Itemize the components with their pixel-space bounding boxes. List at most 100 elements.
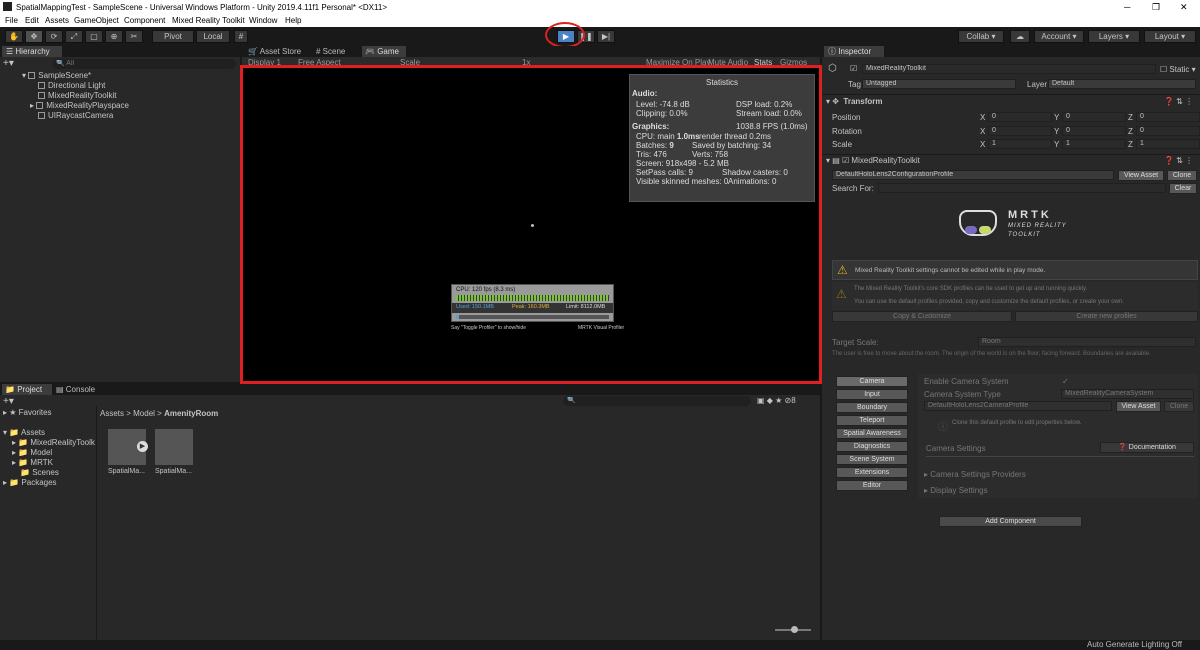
clear-button[interactable]: Clear — [1169, 183, 1197, 194]
system-spatial-awareness-button[interactable]: Spatial Awareness — [836, 428, 908, 439]
step-button[interactable]: ▶| — [597, 30, 615, 43]
folder-row[interactable]: 📁 Scenes — [20, 468, 59, 477]
copy-customize-button[interactable]: Copy & Customize — [832, 311, 1012, 322]
static-toggle[interactable]: ☐ Static ▾ — [1160, 65, 1196, 74]
project-search-input[interactable]: 🔍 — [563, 396, 751, 406]
breadcrumb-item[interactable]: AmenityRoom — [164, 409, 218, 418]
transform-x-field[interactable]: 0 — [988, 126, 1052, 136]
tab-project[interactable]: 📁 Project — [2, 384, 52, 395]
target-scale-select[interactable]: Room — [978, 337, 1196, 347]
enable-camera-checkbox[interactable]: ✓ — [1062, 377, 1069, 386]
menu-file[interactable]: File — [5, 16, 18, 25]
system-input-button[interactable]: Input — [836, 389, 908, 400]
object-name-field[interactable]: MixedRealityToolkit — [862, 64, 1156, 74]
breadcrumb-item[interactable]: Assets — [100, 409, 124, 418]
menu-mrtk[interactable]: Mixed Reality Toolkit — [172, 16, 245, 25]
system-editor-button[interactable]: Editor — [836, 480, 908, 491]
menu-assets[interactable]: Assets — [45, 16, 69, 25]
view-asset-button[interactable]: View Asset — [1118, 170, 1164, 181]
transform-tool-icon[interactable]: ⊕ — [105, 30, 123, 43]
camera-view-asset-button[interactable]: View Asset — [1116, 401, 1161, 412]
menu-edit[interactable]: Edit — [25, 16, 39, 25]
collab-button[interactable]: Collab ▾ — [958, 30, 1004, 43]
tab-game[interactable]: 🎮 Game — [362, 46, 406, 57]
minimize-icon[interactable]: ─ — [1124, 2, 1130, 12]
transform-y-field[interactable]: 0 — [1062, 126, 1126, 136]
move-tool-icon[interactable]: ✥ — [25, 30, 43, 43]
transform-z-field[interactable]: 0 — [1136, 126, 1200, 136]
menu-component[interactable]: Component — [124, 16, 165, 25]
slider-handle[interactable] — [791, 626, 798, 633]
filter-icons[interactable]: ▣ ◆ ★ ⊘8 — [757, 396, 796, 405]
component-menu-icons[interactable]: ❓ ⇅ ⋮ — [1164, 97, 1193, 106]
hand-tool-icon[interactable]: ✋ — [5, 30, 23, 43]
menu-help[interactable]: Help — [285, 16, 301, 25]
camera-type-select[interactable]: MixedRealityCameraSystem — [1061, 389, 1194, 399]
pivot-button[interactable]: Pivot — [152, 30, 194, 43]
tab-hierarchy[interactable]: ☰ Hierarchy — [2, 46, 62, 57]
create-plus-icon[interactable]: +▾ — [3, 58, 14, 69]
profile-select[interactable]: DefaultHoloLens2ConfigurationProfile — [832, 170, 1114, 180]
account-button[interactable]: Account ▾ — [1034, 30, 1084, 43]
system-boundary-button[interactable]: Boundary — [836, 402, 908, 413]
transform-header[interactable]: ▾ ✥ Transform — [826, 97, 883, 106]
transform-z-field[interactable]: 1 — [1136, 139, 1200, 149]
transform-y-field[interactable]: 1 — [1062, 139, 1126, 149]
tab-console[interactable]: ▤ Console — [56, 384, 106, 395]
menu-window[interactable]: Window — [249, 16, 277, 25]
hierarchy-item-directional-light[interactable]: Directional Light — [38, 81, 105, 90]
mrtk-component-header[interactable]: ▾ ▤ ☑ MixedRealityToolkit — [826, 156, 920, 165]
local-button[interactable]: Local — [196, 30, 230, 43]
expand-asset-icon[interactable]: ▶ — [137, 441, 148, 452]
documentation-button[interactable]: ❓ Documentation — [1100, 442, 1194, 453]
create-profile-button[interactable]: Create new profiles — [1015, 311, 1198, 322]
asset-thumbnail[interactable]: ▶ — [108, 429, 148, 465]
project-create-icon[interactable]: +▾ — [3, 396, 14, 407]
rect-tool-icon[interactable]: ▢ — [85, 30, 103, 43]
hierarchy-item-playspace[interactable]: ▸ MixedRealityPlayspace — [30, 101, 129, 110]
close-icon[interactable]: ✕ — [1180, 2, 1188, 13]
active-checkbox[interactable]: ☑ — [850, 64, 857, 73]
thumbnail-size-slider[interactable] — [775, 626, 811, 633]
transform-x-field[interactable]: 1 — [988, 139, 1052, 149]
camera-clone-button[interactable]: Clone — [1164, 401, 1194, 412]
transform-x-field[interactable]: 0 — [988, 112, 1052, 122]
system-scene-button[interactable]: Scene System — [836, 454, 908, 465]
transform-y-field[interactable]: 0 — [1062, 112, 1126, 122]
folder-row[interactable]: ▸ 📁 MRTK — [12, 458, 53, 467]
component-menu-icons[interactable]: ❓ ⇅ ⋮ — [1164, 156, 1193, 165]
scene-row[interactable]: ▾ SampleScene* — [22, 71, 91, 80]
add-component-button[interactable]: Add Component — [939, 516, 1082, 527]
menu-gameobject[interactable]: GameObject — [74, 16, 119, 25]
system-extensions-button[interactable]: Extensions — [836, 467, 908, 478]
hierarchy-item-mrtk[interactable]: MixedRealityToolkit — [38, 91, 116, 100]
folder-row[interactable]: ▸ 📁 MixedRealityToolk — [12, 438, 95, 447]
packages-row[interactable]: ▸ 📁 Packages — [3, 478, 57, 487]
assets-row[interactable]: ▾ 📁 Assets — [3, 428, 45, 437]
favorites-row[interactable]: ▸ ★ Favorites — [3, 408, 52, 417]
hierarchy-item-uiraycast[interactable]: UIRaycastCamera — [38, 111, 113, 120]
hierarchy-search-input[interactable]: 🔍 All — [52, 59, 236, 69]
layer-select[interactable]: Default — [1048, 79, 1196, 89]
clone-button[interactable]: Clone — [1167, 170, 1197, 181]
rotate-tool-icon[interactable]: ⟳ — [45, 30, 63, 43]
system-teleport-button[interactable]: Teleport — [836, 415, 908, 426]
folder-row[interactable]: ▸ 📁 Model — [12, 448, 52, 457]
tag-select[interactable]: Untagged — [862, 79, 1016, 89]
display-settings-foldout[interactable]: ▸ Display Settings — [924, 486, 988, 495]
camera-providers-foldout[interactable]: ▸ Camera Settings Providers — [924, 470, 1026, 479]
breadcrumb-item[interactable]: Model — [133, 409, 155, 418]
cloud-icon[interactable]: ☁ — [1010, 30, 1030, 43]
snap-icon[interactable]: # — [234, 30, 248, 43]
layout-button[interactable]: Layout ▾ — [1144, 30, 1196, 43]
system-diagnostics-button[interactable]: Diagnostics — [836, 441, 908, 452]
tab-asset-store[interactable]: 🛒 Asset Store — [248, 46, 308, 57]
tab-inspector[interactable]: ⓘ Inspector — [824, 46, 884, 57]
layers-button[interactable]: Layers ▾ — [1088, 30, 1140, 43]
custom-tool-icon[interactable]: ✂ — [125, 30, 143, 43]
search-for-input[interactable] — [878, 183, 1166, 193]
tab-scene[interactable]: # Scene — [316, 46, 360, 57]
maximize-icon[interactable]: ❐ — [1152, 2, 1160, 13]
asset-thumbnail[interactable] — [155, 429, 193, 465]
camera-profile-select[interactable]: DefaultHoloLens2CameraProfile — [924, 401, 1112, 411]
